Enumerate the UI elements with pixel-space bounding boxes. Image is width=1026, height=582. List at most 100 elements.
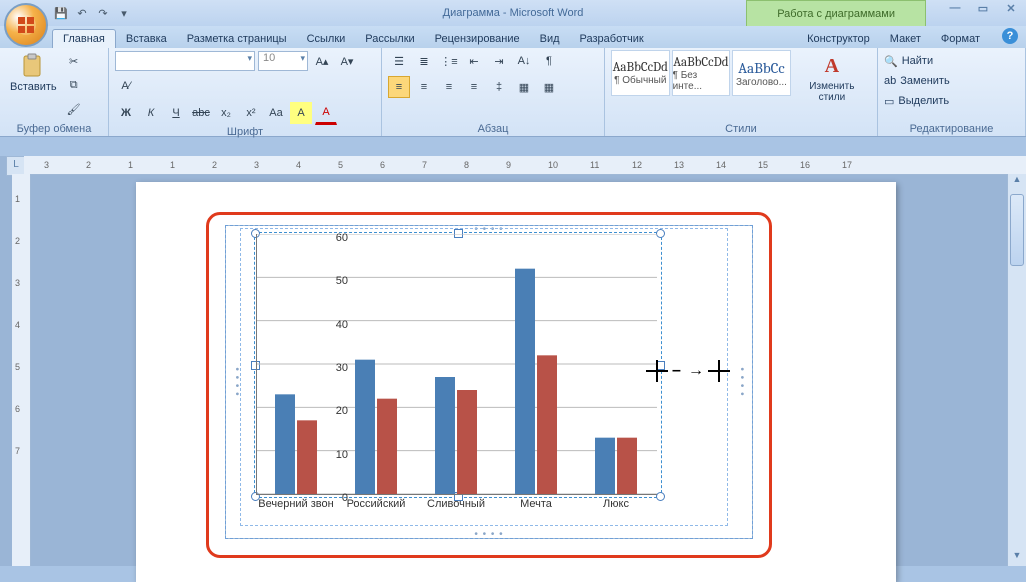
indent-inc-icon[interactable]: ⇥ [488,50,510,72]
document-area: L 3211234567891011121314151617 1234567 ▲… [0,156,1026,566]
font-family-combo[interactable] [115,51,255,71]
align-left-icon[interactable]: ≡ [388,76,410,98]
align-center-icon[interactable]: ≡ [413,76,435,98]
maximize-button[interactable]: ▭ [974,2,992,15]
superscript-button[interactable]: x² [240,102,262,124]
chart-y-tick: 10 [322,449,348,461]
annotation-arrow: → [688,362,704,380]
scroll-up-icon[interactable]: ▲ [1008,174,1026,190]
select-button[interactable]: ▭Выделить [884,92,1019,110]
justify-icon[interactable]: ≡ [463,76,485,98]
multilevel-icon[interactable]: ⋮≡ [438,50,460,72]
tab-chart-layout[interactable]: Макет [880,30,931,48]
ruler-corner[interactable]: L [6,156,26,176]
tab-page-layout[interactable]: Разметка страницы [177,30,297,48]
highlight-button[interactable]: A [290,102,312,124]
strike-button[interactable]: abc [190,102,212,124]
cut-icon[interactable]: ✂ [63,50,85,72]
chart-x-category: Люкс [576,498,656,510]
tab-developer[interactable]: Разработчик [570,30,654,48]
ruler-h-number: 3 [44,160,49,170]
numbering-icon[interactable]: ≣ [413,50,435,72]
ruler-h-number: 1 [128,160,133,170]
scroll-down-icon[interactable]: ▼ [1008,550,1026,566]
bold-button[interactable]: Ж [115,102,137,124]
ruler-v-number: 5 [15,362,20,372]
ruler-v-number: 7 [15,446,20,456]
group-font-label: Шрифт [115,125,375,139]
shading-icon[interactable]: ▦ [513,76,535,98]
style-normal[interactable]: AaBbCcDd¶ Обычный [611,50,670,96]
align-right-icon[interactable]: ≡ [438,76,460,98]
change-styles-button[interactable]: A Изменить стили [793,50,871,105]
quick-access-toolbar: 💾 ↶ ↷ ▾ [52,4,133,22]
undo-icon[interactable]: ↶ [73,4,91,22]
font-color-button[interactable]: A [315,101,337,125]
horizontal-ruler[interactable]: 3211234567891011121314151617 [24,156,1026,175]
ribbon-tabs: Главная Вставка Разметка страницы Ссылки… [0,26,1026,48]
vertical-ruler[interactable]: 1234567 [12,174,31,566]
qat-more-icon[interactable]: ▾ [115,4,133,22]
crosshair-right [708,360,730,382]
style-no-spacing[interactable]: AaBbCcDd¶ Без инте... [672,50,731,96]
group-clipboard-label: Буфер обмена [6,122,102,136]
redo-icon[interactable]: ↷ [94,4,112,22]
show-marks-icon[interactable]: ¶ [538,50,560,72]
tab-references[interactable]: Ссылки [297,30,356,48]
chart-y-tick: 30 [322,362,348,374]
tab-home[interactable]: Главная [52,29,116,48]
ruler-h-number: 9 [506,160,511,170]
office-button[interactable] [4,3,48,47]
tab-chart-design[interactable]: Конструктор [797,30,880,48]
tab-mailings[interactable]: Рассылки [355,30,424,48]
find-icon: 🔍 [884,55,898,68]
tab-chart-format[interactable]: Формат [931,30,990,48]
chart-x-category: Мечта [496,498,576,510]
chart-plot-area[interactable] [256,234,657,495]
chart-tools-contextual-tab: Работа с диаграммами [746,0,926,28]
clear-format-icon[interactable]: A⁄ [115,75,137,97]
tab-view[interactable]: Вид [530,30,570,48]
chart-svg [257,234,657,494]
help-icon[interactable]: ? [1002,28,1018,44]
annotation-frame: • • • • • • • • • • • • • • • • [206,212,772,558]
line-spacing-icon[interactable]: ‡ [488,76,510,98]
copy-icon[interactable]: ⧉ [63,74,85,96]
save-icon[interactable]: 💾 [52,4,70,22]
style-heading[interactable]: AaBbCcЗаголово... [732,50,791,96]
paste-button[interactable]: Вставить [6,50,61,120]
chart-handle-dots[interactable]: • • • • [474,529,503,540]
change-case-button[interactable]: Aa [265,102,287,124]
close-button[interactable]: ✕ [1002,2,1020,15]
ruler-v-number: 2 [15,236,20,246]
ruler-h-number: 1 [170,160,175,170]
tab-insert[interactable]: Вставка [116,30,177,48]
chart-x-category: Российский [336,498,416,510]
ruler-h-number: 12 [632,160,642,170]
subscript-button[interactable]: x₂ [215,102,237,124]
grow-font-icon[interactable]: A▴ [311,50,333,72]
format-painter-icon[interactable]: 🖌 [63,98,85,120]
borders-icon[interactable]: ▦ [538,76,560,98]
italic-button[interactable]: К [140,102,162,124]
bullets-icon[interactable]: ☰ [388,50,410,72]
scrollbar-thumb[interactable] [1010,194,1024,266]
ruler-v-number: 1 [15,194,20,204]
minimize-button[interactable]: — [946,2,964,15]
font-size-combo[interactable]: 10 [258,51,308,71]
replace-button[interactable]: abЗаменить [884,72,1019,90]
sort-icon[interactable]: A↓ [513,50,535,72]
ruler-v-number: 6 [15,404,20,414]
chart-handle-dots[interactable]: • • • • [736,367,747,396]
indent-dec-icon[interactable]: ⇤ [463,50,485,72]
chart-object[interactable]: • • • • • • • • • • • • • • • • [225,225,753,539]
tab-review[interactable]: Рецензирование [425,30,530,48]
ruler-h-number: 4 [296,160,301,170]
vertical-scrollbar[interactable]: ▲ ▼ [1007,174,1026,566]
ruler-h-number: 6 [380,160,385,170]
shrink-font-icon[interactable]: A▾ [336,50,358,72]
group-editing-label: Редактирование [884,122,1019,136]
chart-y-tick: 60 [322,232,348,244]
find-button[interactable]: 🔍Найти [884,52,1019,70]
underline-button[interactable]: Ч [165,102,187,124]
